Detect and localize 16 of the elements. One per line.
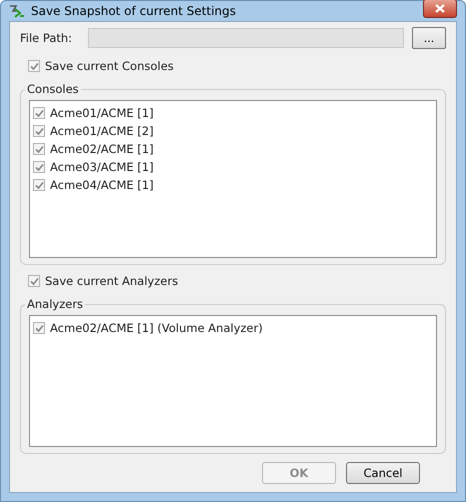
checkbox-label: Acme01/ACME [1]	[50, 106, 154, 120]
group-title: Analyzers	[26, 297, 84, 311]
field-label: File Path:	[20, 31, 74, 45]
checkbox-label: Save current Analyzers	[45, 274, 178, 288]
checkbox-label: Save current Consoles	[45, 59, 174, 73]
checkbox-label: Acme04/ACME [1]	[50, 178, 154, 192]
dialog-button[interactable]: Cancel	[346, 462, 420, 484]
close-icon	[435, 4, 445, 12]
app-icon	[9, 4, 25, 18]
close-button[interactable]	[423, 0, 457, 18]
checkbox-label: Acme03/ACME [1]	[50, 160, 154, 174]
checkbox-label: Acme02/ACME [1] (Volume Analyzer)	[50, 321, 263, 335]
window-title: Save Snapshot of current Settings	[31, 4, 237, 18]
group-title: Consoles	[26, 82, 80, 96]
checkbox-label: Acme02/ACME [1]	[50, 142, 154, 156]
checkbox-label: Acme01/ACME [2]	[50, 124, 154, 138]
